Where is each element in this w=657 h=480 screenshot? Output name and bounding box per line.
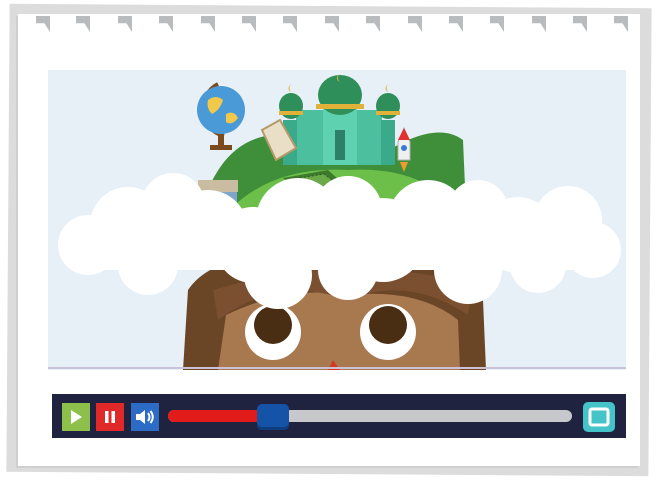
globe-icon xyxy=(197,82,245,150)
pause-button[interactable] xyxy=(96,403,124,431)
play-button[interactable] xyxy=(62,403,90,431)
clouds xyxy=(58,173,621,309)
pause-icon xyxy=(105,411,115,423)
fullscreen-button[interactable] xyxy=(583,402,615,432)
video-illustration xyxy=(58,73,621,370)
fullscreen-icon xyxy=(588,407,610,427)
video-frame[interactable] xyxy=(48,70,626,370)
seek-track[interactable] xyxy=(168,410,572,422)
volume-button[interactable] xyxy=(131,403,159,431)
seek-handle[interactable] xyxy=(257,404,290,430)
video-bottom-line xyxy=(48,367,626,369)
volume-icon xyxy=(136,410,154,424)
spiral-holes xyxy=(36,16,641,38)
mosque xyxy=(279,73,400,165)
video-controls xyxy=(52,394,626,438)
play-icon xyxy=(71,410,82,424)
